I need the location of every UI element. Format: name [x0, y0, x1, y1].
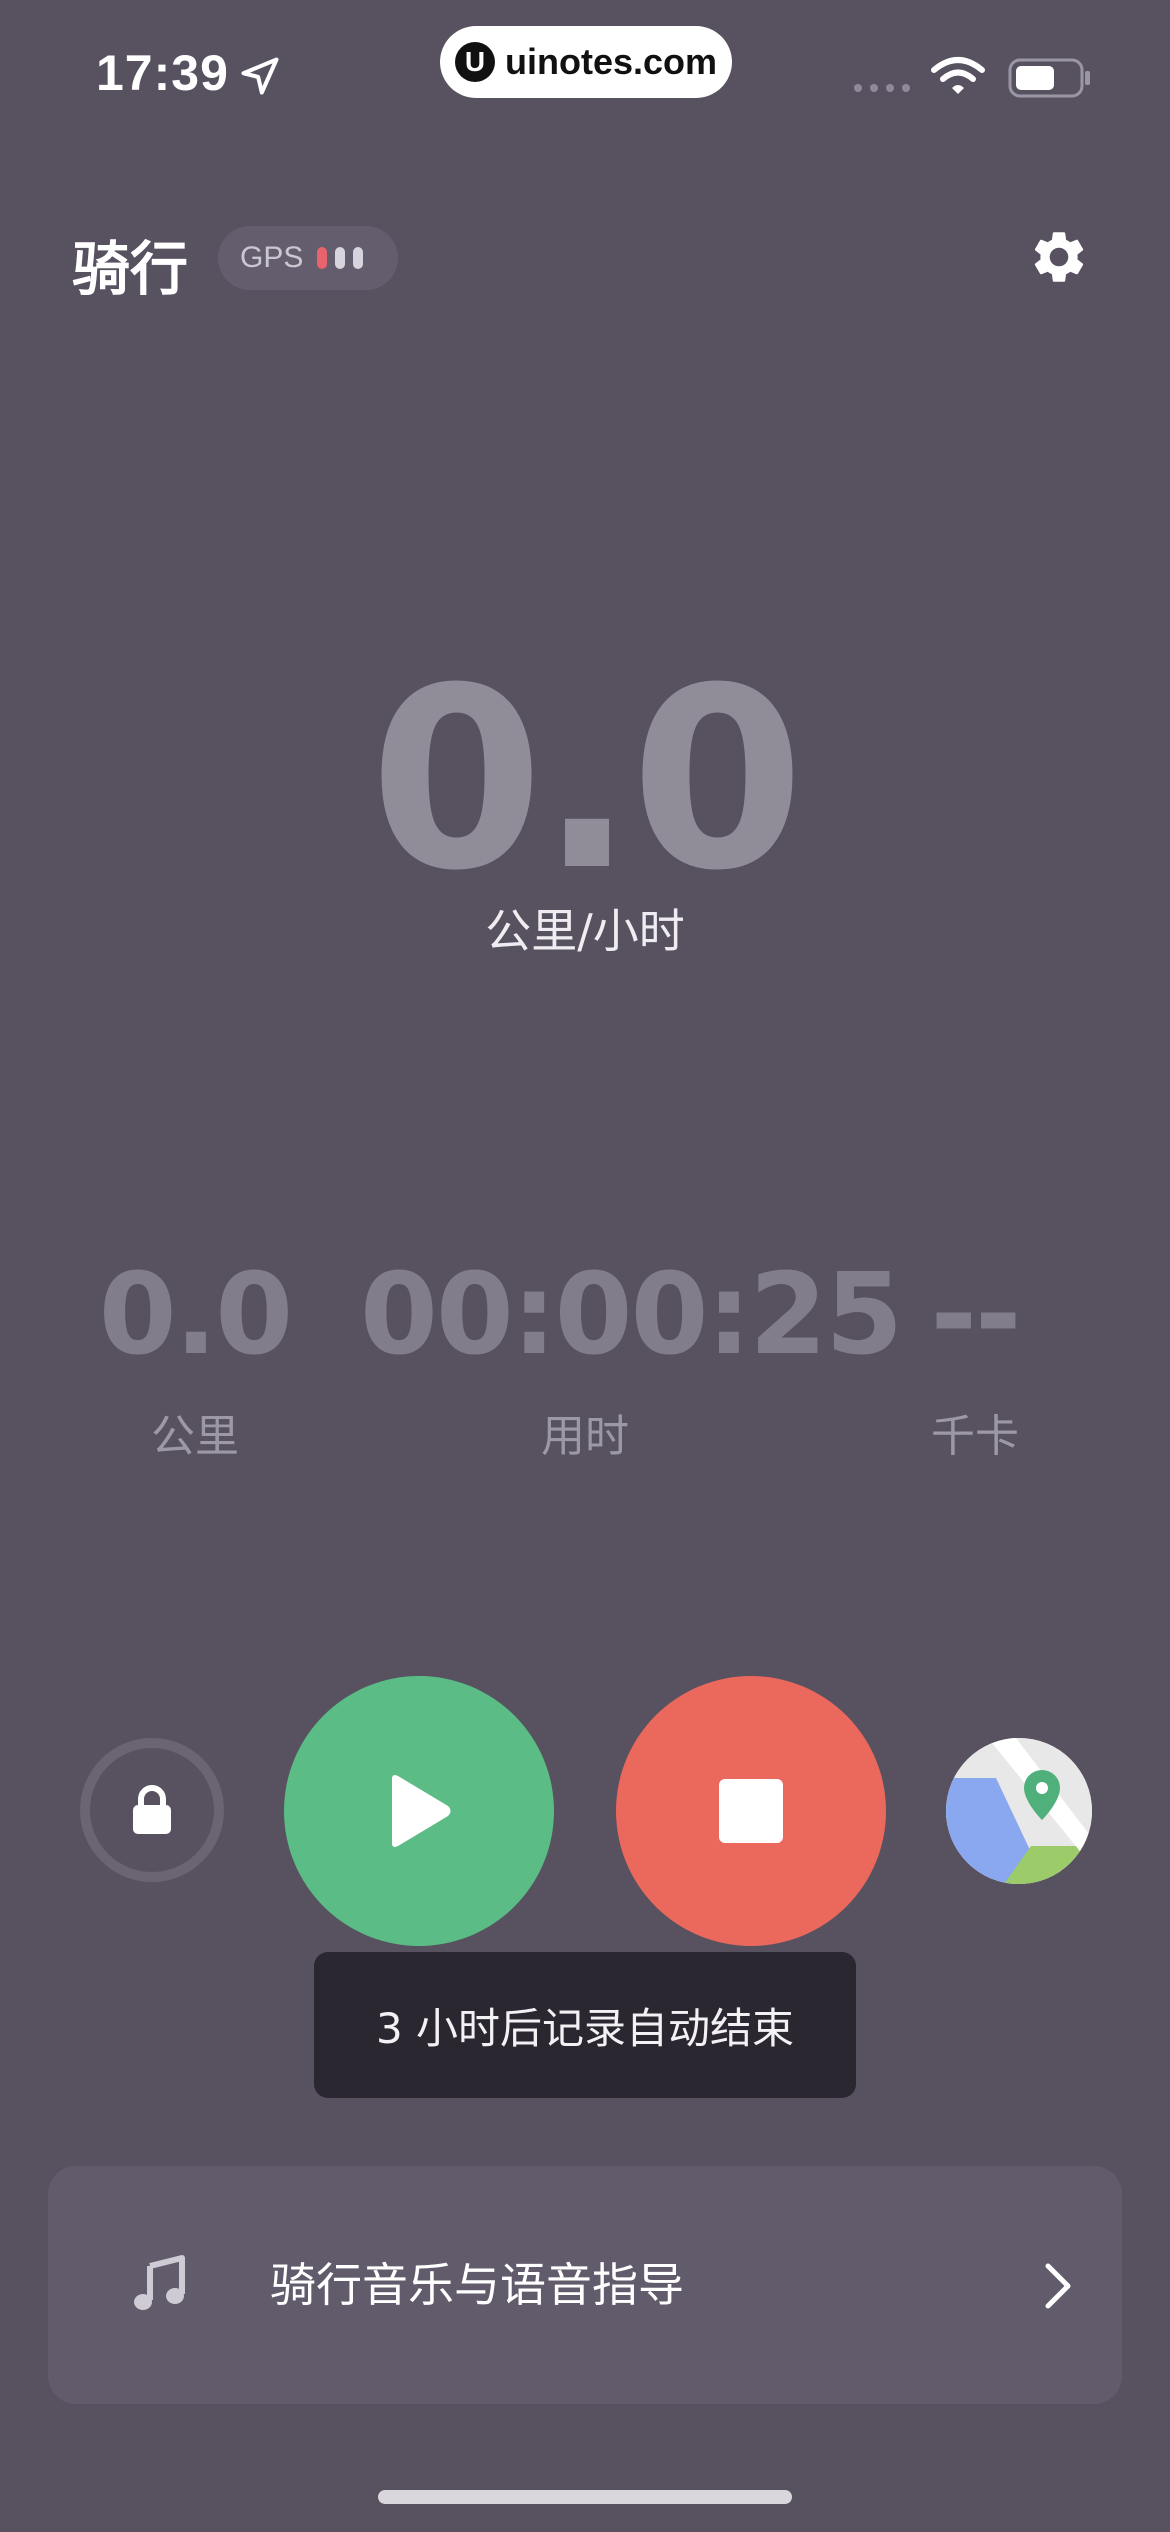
- calories-value: --: [930, 1250, 1022, 1380]
- page-title: 骑行: [72, 235, 189, 303]
- auto-end-toast: 3 小时后记录自动结束: [314, 1952, 856, 2098]
- gear-icon: [1034, 232, 1084, 282]
- calories-stat: -- 千卡: [880, 1250, 1070, 1464]
- distance-label: 公里: [151, 1411, 239, 1462]
- duration-value: 00:00:25: [360, 1250, 903, 1380]
- gps-signal-dot: [353, 247, 364, 269]
- lock-icon: [133, 1785, 171, 1834]
- stop-icon: [719, 1779, 783, 1843]
- uinotes-logo-icon: U: [454, 42, 495, 82]
- url-badge: U uinotes.com: [440, 26, 732, 98]
- distance-stat: 0.0 公里: [90, 1250, 300, 1464]
- gps-status-badge: GPS: [218, 226, 398, 290]
- map-icon: [946, 1738, 1092, 1884]
- battery-icon: [1008, 58, 1090, 98]
- cycling-screen: 17:39 U uinotes.com 骑行 GPS 0.0 公里/小时 0.0: [0, 0, 1170, 2532]
- stop-button[interactable]: [616, 1676, 886, 1946]
- speed-unit: 公里/小时: [485, 904, 685, 958]
- home-indicator[interactable]: [378, 2490, 792, 2504]
- map-button[interactable]: [946, 1738, 1092, 1884]
- chevron-right-icon: [1045, 2263, 1071, 2309]
- status-time: 17:39: [96, 45, 229, 101]
- distance-value: 0.0: [98, 1250, 293, 1380]
- lock-button[interactable]: [80, 1738, 224, 1882]
- url-text: uinotes.com: [504, 41, 718, 82]
- music-voice-guide-card[interactable]: 骑行音乐与语音指导: [48, 2166, 1122, 2404]
- music-note-icon: [134, 2255, 185, 2310]
- gps-label: GPS: [240, 241, 304, 274]
- resume-button[interactable]: [284, 1676, 554, 1946]
- play-icon: [392, 1775, 451, 1847]
- speed-value: 0.0: [369, 634, 805, 925]
- location-arrow-icon: [241, 57, 279, 95]
- cellular-signal-icon: [854, 84, 910, 92]
- calories-label: 千卡: [931, 1411, 1019, 1462]
- gps-signal-dot: [317, 247, 328, 269]
- music-card-label: 骑行音乐与语音指导: [270, 2258, 684, 2312]
- gps-signal-dot: [335, 247, 346, 269]
- wifi-icon: [931, 57, 985, 94]
- settings-button[interactable]: [1024, 222, 1094, 292]
- duration-stat: 00:00:25 用时: [360, 1250, 903, 1464]
- duration-label: 用时: [541, 1411, 629, 1462]
